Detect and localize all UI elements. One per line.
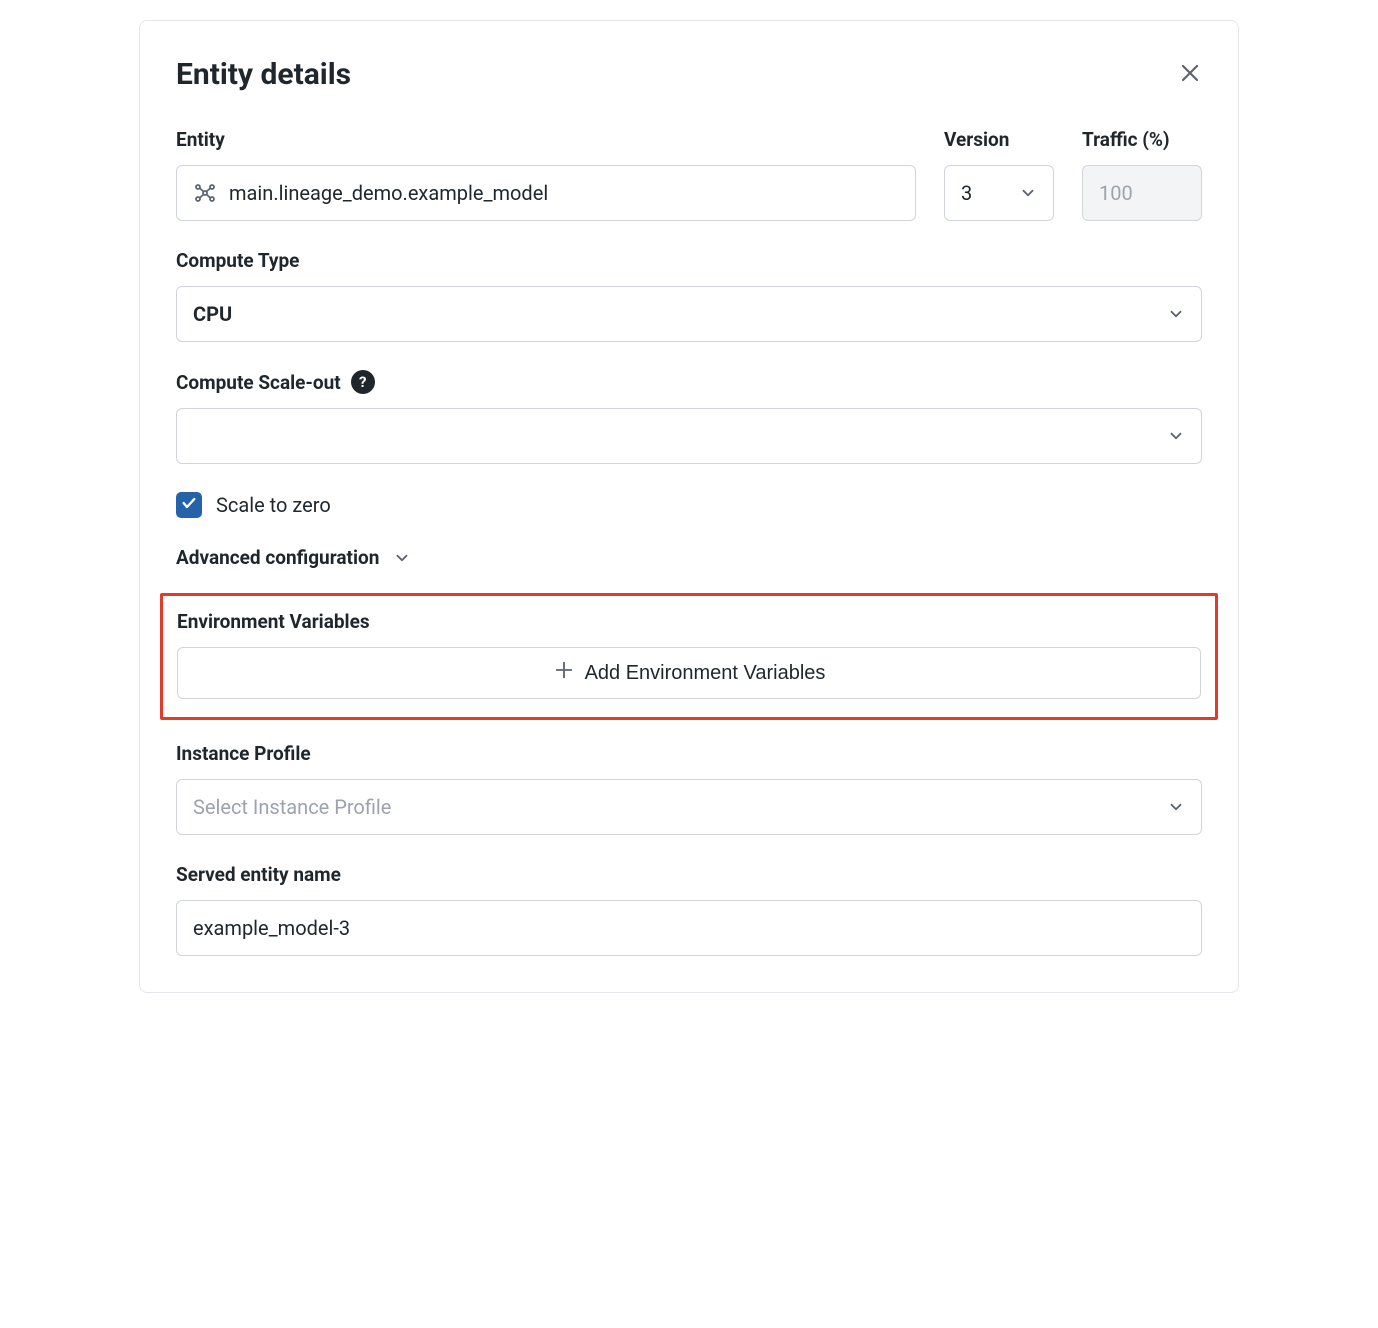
chevron-down-icon [393, 549, 411, 567]
compute-scaleout-label-text: Compute Scale-out [176, 371, 341, 394]
traffic-field-group: Traffic (%) [1082, 128, 1202, 221]
compute-type-select[interactable]: CPU [176, 286, 1202, 342]
chevron-down-icon [1167, 798, 1185, 816]
env-vars-highlight: Environment Variables Add Environment Va… [160, 593, 1218, 720]
add-env-vars-button[interactable]: Add Environment Variables [177, 647, 1201, 699]
compute-type-label: Compute Type [176, 249, 1202, 272]
entity-text-input[interactable] [229, 181, 899, 205]
compute-scaleout-group: Compute Scale-out ? [176, 370, 1202, 464]
served-entity-name-input[interactable] [176, 900, 1202, 956]
add-env-vars-label: Add Environment Variables [585, 662, 826, 685]
traffic-label: Traffic (%) [1082, 128, 1202, 151]
panel-title: Entity details [176, 57, 351, 92]
served-entity-name-text-input[interactable] [193, 916, 1185, 940]
env-vars-label: Environment Variables [177, 610, 1201, 633]
chevron-down-icon [1167, 427, 1185, 445]
panel-header: Entity details [176, 57, 1202, 92]
compute-type-value: CPU [193, 302, 232, 326]
advanced-config-toggle[interactable]: Advanced configuration [176, 546, 1202, 569]
instance-profile-select[interactable]: Select Instance Profile [176, 779, 1202, 835]
entity-field-group: Entity [176, 128, 916, 221]
instance-profile-label: Instance Profile [176, 742, 1202, 765]
close-button[interactable] [1178, 61, 1202, 89]
chevron-down-icon [1019, 184, 1037, 202]
compute-scaleout-select[interactable] [176, 408, 1202, 464]
help-icon[interactable]: ? [351, 370, 375, 394]
traffic-text-input [1099, 181, 1185, 205]
entity-details-panel: Entity details Entity Version 3 [139, 20, 1239, 993]
traffic-input [1082, 165, 1202, 221]
served-entity-name-label: Served entity name [176, 863, 1202, 886]
instance-profile-placeholder: Select Instance Profile [193, 795, 391, 819]
model-icon [193, 181, 217, 205]
entity-row: Entity Version 3 Traffic (%) [176, 128, 1202, 221]
compute-type-group: Compute Type CPU [176, 249, 1202, 342]
chevron-down-icon [1167, 305, 1185, 323]
instance-profile-group: Instance Profile Select Instance Profile [176, 742, 1202, 835]
version-field-group: Version 3 [944, 128, 1054, 221]
entity-input[interactable] [176, 165, 916, 221]
served-entity-name-group: Served entity name [176, 863, 1202, 956]
check-icon [181, 495, 197, 515]
version-value: 3 [961, 181, 972, 205]
scale-to-zero-label: Scale to zero [216, 493, 331, 517]
version-select[interactable]: 3 [944, 165, 1054, 221]
version-label: Version [944, 128, 1054, 151]
plus-icon [553, 659, 575, 687]
entity-label: Entity [176, 128, 916, 151]
scale-to-zero-checkbox[interactable] [176, 492, 202, 518]
scale-to-zero-row: Scale to zero [176, 492, 1202, 518]
close-icon [1178, 61, 1202, 89]
compute-scaleout-label: Compute Scale-out ? [176, 370, 1202, 394]
advanced-config-label: Advanced configuration [176, 546, 379, 569]
